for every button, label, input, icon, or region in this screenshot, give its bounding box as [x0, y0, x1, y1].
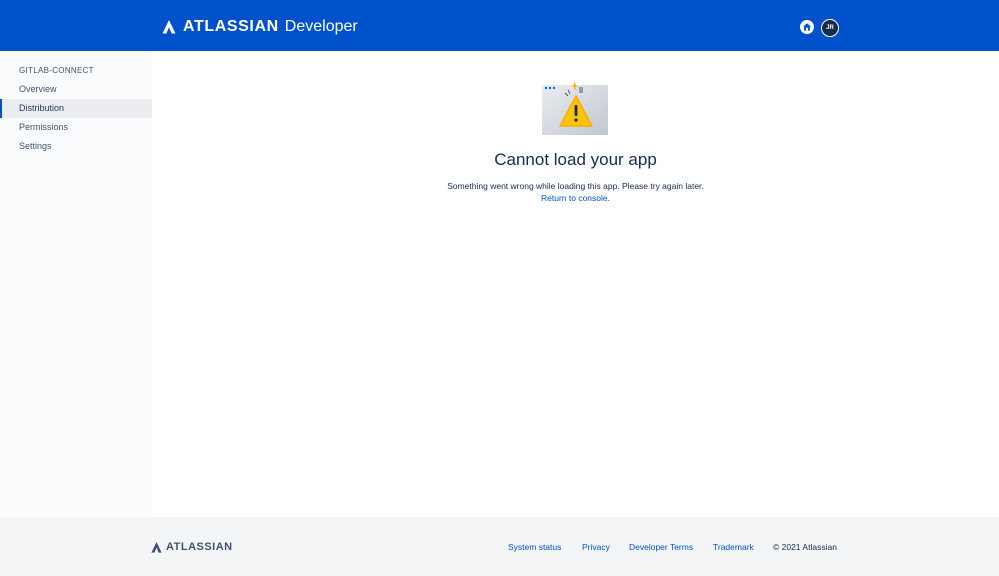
- home-button[interactable]: [800, 20, 814, 34]
- sidebar-app-name: GITLAB-CONNECT: [19, 66, 94, 75]
- link-suffix: .: [607, 193, 610, 203]
- brand-name: ATLASSIAN: [183, 18, 279, 35]
- user-avatar[interactable]: JR: [821, 19, 839, 37]
- sidebar-item-distribution[interactable]: Distribution: [0, 99, 152, 118]
- footer-atlassian-logo[interactable]: ATLASSIAN: [151, 541, 233, 553]
- error-link-line: Return to console.: [152, 193, 999, 203]
- sidebar-item-settings[interactable]: Settings: [0, 137, 152, 156]
- home-icon: [803, 23, 811, 31]
- footer: ATLASSIAN System status Privacy Develope…: [0, 517, 999, 576]
- atlassian-logo-icon: [151, 541, 162, 553]
- sidebar: GITLAB-CONNECT Overview Distribution Per…: [0, 51, 152, 517]
- footer-copyright: © 2021 Atlassian: [773, 542, 837, 552]
- warning-illustration-icon: [542, 81, 608, 135]
- error-message: Something went wrong while loading this …: [447, 181, 704, 191]
- footer-link-privacy[interactable]: Privacy: [582, 542, 610, 552]
- return-to-console-link[interactable]: Return to console: [541, 193, 608, 203]
- error-title: Cannot load your app: [494, 150, 657, 169]
- sidebar-item-permissions[interactable]: Permissions: [0, 118, 152, 137]
- main-content: Cannot load your app Something went wron…: [152, 51, 999, 517]
- sidebar-item-overview[interactable]: Overview: [0, 80, 152, 99]
- top-header: ATLASSIAN Developer JR: [0, 0, 999, 51]
- footer-brand-name: ATLASSIAN: [166, 541, 233, 553]
- footer-link-trademark[interactable]: Trademark: [713, 542, 754, 552]
- footer-link-system-status[interactable]: System status: [508, 542, 561, 552]
- product-name: Developer: [284, 18, 358, 35]
- footer-link-developer-terms[interactable]: Developer Terms: [629, 542, 693, 552]
- avatar-initials: JR: [826, 25, 834, 31]
- atlassian-logo-icon: [162, 20, 176, 34]
- atlassian-developer-logo[interactable]: ATLASSIAN Developer: [162, 16, 358, 38]
